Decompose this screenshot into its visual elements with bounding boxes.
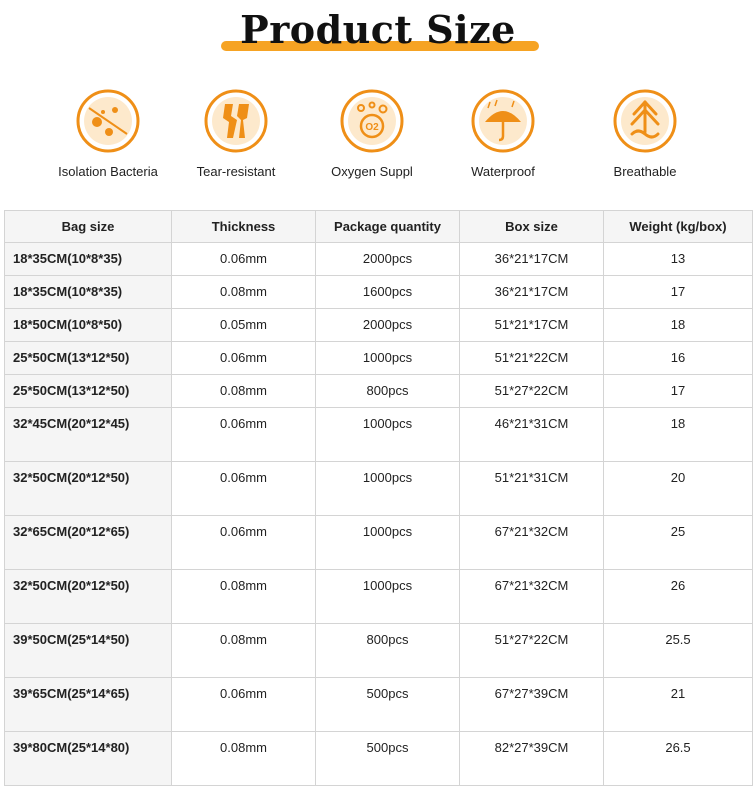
bag-size-cell: 39*80CM(25*14*80) xyxy=(4,731,172,786)
table-cell: 0.06mm xyxy=(171,677,316,732)
product-size-table: Bag size Thickness Package quantity Box … xyxy=(4,210,753,786)
feature-breathable: Breathable xyxy=(570,88,720,179)
table-cell: 0.08mm xyxy=(171,374,316,408)
table-cell: 26.5 xyxy=(603,731,753,786)
table-cell: 1600pcs xyxy=(315,275,460,309)
table-cell: 0.08mm xyxy=(171,569,316,624)
table-cell: 36*21*17CM xyxy=(459,275,604,309)
table-cell: 0.08mm xyxy=(171,623,316,678)
table-cell: 0.05mm xyxy=(171,308,316,342)
table-cell: 51*27*22CM xyxy=(459,374,604,408)
table-cell: 1000pcs xyxy=(315,569,460,624)
title-banner: Product Size xyxy=(0,0,756,60)
bag-size-cell: 32*65CM(20*12*65) xyxy=(4,515,172,570)
table-cell: 17 xyxy=(603,374,753,408)
table-cell: 21 xyxy=(603,677,753,732)
table-cell: 26 xyxy=(603,569,753,624)
table-cell: 500pcs xyxy=(315,731,460,786)
table-row: 25*50CM(13*12*50) 0.06mm 1000pcs 51*21*22CM… xyxy=(4,341,753,375)
table-cell: 18 xyxy=(603,308,753,342)
table-cell: 25 xyxy=(603,515,753,570)
table-row: 32*45CM(20*12*45) 0.06mm 1000pcs 46*21*31CM… xyxy=(4,407,753,462)
table-cell: 51*21*22CM xyxy=(459,341,604,375)
table-body: 18*35CM(10*8*35) 0.06mm 2000pcs 36*21*17CM 1… xyxy=(4,242,753,786)
table-cell: 0.06mm xyxy=(171,242,316,276)
feature-label: Tear-resistant xyxy=(196,164,276,179)
column-header: Package quantity xyxy=(315,210,460,243)
table-row: 39*65CM(25*14*65) 0.06mm 500pcs 67*27*39CM 2… xyxy=(4,677,753,732)
table-cell: 800pcs xyxy=(315,623,460,678)
table-cell: 51*21*17CM xyxy=(459,308,604,342)
tear-resistant-icon xyxy=(204,89,268,153)
table-cell: 25.5 xyxy=(603,623,753,678)
feature-label: Waterproof xyxy=(471,164,535,179)
bag-size-cell: 18*35CM(10*8*35) xyxy=(4,275,172,309)
table-row: 25*50CM(13*12*50) 0.08mm 800pcs 51*27*22CM 1… xyxy=(4,374,753,408)
table-cell: 1000pcs xyxy=(315,515,460,570)
svg-text:O2: O2 xyxy=(365,122,379,133)
feature-waterproof: Waterproof xyxy=(428,88,578,179)
bag-size-cell: 32*50CM(20*12*50) xyxy=(4,461,172,516)
table-row: 18*50CM(10*8*50) 0.05mm 2000pcs 51*21*17CM 1… xyxy=(4,308,753,342)
bag-size-cell: 32*45CM(20*12*45) xyxy=(4,407,172,462)
column-header: Thickness xyxy=(171,210,316,243)
table-row: 39*80CM(25*14*80) 0.08mm 500pcs 82*27*39CM 2… xyxy=(4,731,753,786)
table-row: 32*50CM(20*12*50) 0.06mm 1000pcs 51*21*31CM… xyxy=(4,461,753,516)
table-cell: 20 xyxy=(603,461,753,516)
bag-size-cell: 39*50CM(25*14*50) xyxy=(4,623,172,678)
table-cell: 36*21*17CM xyxy=(459,242,604,276)
table-cell: 0.06mm xyxy=(171,515,316,570)
table-cell: 0.06mm xyxy=(171,407,316,462)
table-cell: 0.06mm xyxy=(171,341,316,375)
bag-size-cell: 32*50CM(20*12*50) xyxy=(4,569,172,624)
table-cell: 18 xyxy=(603,407,753,462)
oxygen-icon: O2 xyxy=(340,89,404,153)
table-cell: 500pcs xyxy=(315,677,460,732)
table-cell: 67*27*39CM xyxy=(459,677,604,732)
table-row: 32*65CM(20*12*65) 0.06mm 1000pcs 67*21*32CM… xyxy=(4,515,753,570)
table-row: 32*50CM(20*12*50) 0.08mm 1000pcs 67*21*32CM… xyxy=(4,569,753,624)
table-header-row: Bag size Thickness Package quantity Box … xyxy=(4,210,753,243)
feature-oxygen: O2 Oxygen Suppl xyxy=(297,88,447,179)
column-header: Weight (kg/box) xyxy=(603,210,753,243)
table-cell: 2000pcs xyxy=(315,308,460,342)
table-row: 18*35CM(10*8*35) 0.06mm 2000pcs 36*21*17CM 1… xyxy=(4,242,753,276)
bag-size-cell: 25*50CM(13*12*50) xyxy=(4,341,172,375)
bag-size-cell: 18*50CM(10*8*50) xyxy=(4,308,172,342)
table-cell: 51*27*22CM xyxy=(459,623,604,678)
table-cell: 82*27*39CM xyxy=(459,731,604,786)
page-title: Product Size xyxy=(240,7,516,52)
column-header: Box size xyxy=(459,210,604,243)
feature-tear-resistant: Tear-resistant xyxy=(161,88,311,179)
column-header: Bag size xyxy=(4,210,172,243)
feature-label: Oxygen Suppl xyxy=(331,164,413,179)
bag-size-cell: 18*35CM(10*8*35) xyxy=(4,242,172,276)
table-cell: 800pcs xyxy=(315,374,460,408)
table-cell: 0.06mm xyxy=(171,461,316,516)
umbrella-icon xyxy=(471,89,535,153)
table-row: 39*50CM(25*14*50) 0.08mm 800pcs 51*27*22CM 2… xyxy=(4,623,753,678)
table-cell: 46*21*31CM xyxy=(459,407,604,462)
table-cell: 2000pcs xyxy=(315,242,460,276)
table-cell: 67*21*32CM xyxy=(459,515,604,570)
table-cell: 1000pcs xyxy=(315,341,460,375)
table-cell: 67*21*32CM xyxy=(459,569,604,624)
bag-size-cell: 25*50CM(13*12*50) xyxy=(4,374,172,408)
table-cell: 51*21*31CM xyxy=(459,461,604,516)
breathable-icon xyxy=(613,89,677,153)
table-cell: 0.08mm xyxy=(171,275,316,309)
table-cell: 17 xyxy=(603,275,753,309)
table-cell: 13 xyxy=(603,242,753,276)
bacteria-isolation-icon xyxy=(76,89,140,153)
table-row: 18*35CM(10*8*35) 0.08mm 1600pcs 36*21*17CM 1… xyxy=(4,275,753,309)
table-cell: 1000pcs xyxy=(315,407,460,462)
feature-icons-row: Isolation Bacteria Tear-resistant O2 Oxy… xyxy=(0,88,756,188)
feature-label: Breathable xyxy=(613,164,677,179)
table-cell: 1000pcs xyxy=(315,461,460,516)
table-cell: 0.08mm xyxy=(171,731,316,786)
bag-size-cell: 39*65CM(25*14*65) xyxy=(4,677,172,732)
table-cell: 16 xyxy=(603,341,753,375)
